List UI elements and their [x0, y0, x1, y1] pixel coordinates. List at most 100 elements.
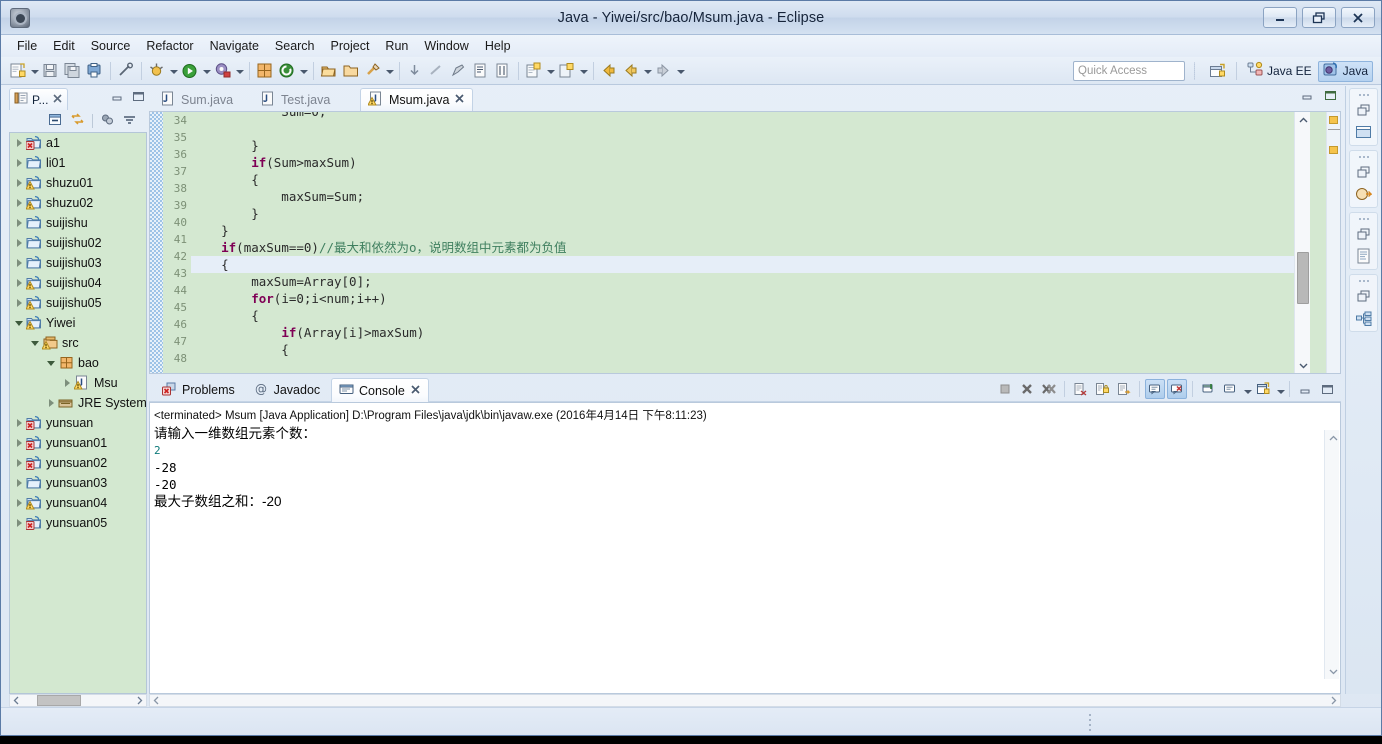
hierarchy-view-icon[interactable]: [1350, 307, 1377, 329]
code-line[interactable]: if(Sum>maxSum): [191, 154, 1294, 171]
chevron-down-icon[interactable]: [545, 60, 556, 82]
chevron-down-icon[interactable]: [29, 60, 40, 82]
chevron-right-icon[interactable]: [14, 273, 26, 293]
scrollbar-track[interactable]: [163, 695, 1327, 706]
warning-marker-icon[interactable]: [1329, 146, 1338, 154]
open-perspective-button[interactable]: [1205, 61, 1230, 82]
resize-grip-icon[interactable]: [1089, 714, 1092, 731]
editor-vertical-scrollbar[interactable]: [1294, 112, 1310, 373]
chevron-right-icon[interactable]: [14, 133, 26, 153]
scroll-down-icon[interactable]: [1325, 663, 1340, 679]
display-selected-console-icon[interactable]: [1220, 379, 1240, 399]
chevron-down-icon[interactable]: [1275, 380, 1285, 398]
open-task-icon[interactable]: [340, 60, 362, 82]
outline-view-icon[interactable]: [1350, 121, 1377, 143]
open-type-icon[interactable]: [318, 60, 340, 82]
link-with-editor-icon[interactable]: [70, 112, 85, 130]
drag-handle[interactable]: [1350, 153, 1377, 161]
perspective-java-ee[interactable]: Java EE: [1243, 61, 1316, 82]
code-line[interactable]: if(Array[i]>maxSum): [191, 324, 1294, 341]
annotation-ruler[interactable]: [150, 112, 163, 373]
chevron-right-icon[interactable]: [14, 253, 26, 273]
drag-handle[interactable]: [1350, 91, 1377, 99]
chevron-right-icon[interactable]: [14, 293, 26, 313]
save-all-icon[interactable]: [62, 60, 84, 82]
menu-item-navigate[interactable]: Navigate: [202, 37, 267, 55]
tree-item-shuzu02[interactable]: shuzu02: [10, 193, 146, 213]
tree-item-suijishu04[interactable]: suijishu04: [10, 273, 146, 293]
code-line[interactable]: }: [191, 137, 1294, 154]
package-explorer-tab[interactable]: P...: [9, 88, 69, 110]
restore-icon[interactable]: [1350, 99, 1377, 121]
restore-icon[interactable]: [1350, 161, 1377, 183]
editor-tab-test-java[interactable]: Test.java: [253, 88, 337, 111]
tree-item-msu[interactable]: Msu: [10, 373, 146, 393]
code-line[interactable]: [191, 120, 1294, 137]
code-line[interactable]: {: [191, 307, 1294, 324]
new-java-project-icon[interactable]: [523, 60, 545, 82]
tree-item-suijishu05[interactable]: suijishu05: [10, 293, 146, 313]
close-button[interactable]: [1341, 7, 1375, 28]
minimize-button[interactable]: [1263, 7, 1297, 28]
chevron-down-icon[interactable]: [14, 313, 26, 333]
terminate-icon[interactable]: [995, 379, 1015, 399]
tree-item-yunsuan04[interactable]: yunsuan04: [10, 493, 146, 513]
code-line[interactable]: if(maxSum==0)//最大和依然为o，说明数组中元素都为负值: [191, 239, 1294, 256]
tree-item-li01[interactable]: li01: [10, 153, 146, 173]
chevron-right-icon[interactable]: [14, 173, 26, 193]
editor-tab-msum-java[interactable]: Msum.java: [360, 88, 474, 111]
scroll-right-icon[interactable]: [133, 695, 146, 706]
back-icon[interactable]: [598, 60, 620, 82]
scrollbar-thumb[interactable]: [37, 695, 81, 706]
scroll-up-icon[interactable]: [1295, 112, 1311, 128]
chevron-down-icon[interactable]: [384, 60, 395, 82]
scroll-left-icon[interactable]: [10, 695, 23, 706]
drag-handle[interactable]: [1350, 215, 1377, 223]
chevron-right-icon[interactable]: [14, 413, 26, 433]
code-line[interactable]: }: [191, 222, 1294, 239]
maximize-icon[interactable]: [1324, 89, 1337, 105]
scrollbar-track[interactable]: [23, 695, 133, 706]
restore-icon[interactable]: [1350, 285, 1377, 307]
restore-icon[interactable]: [1350, 223, 1377, 245]
menu-item-refactor[interactable]: Refactor: [138, 37, 201, 55]
toggle-mark-occurrences-icon[interactable]: [115, 60, 137, 82]
chevron-down-icon[interactable]: [1242, 380, 1252, 398]
chevron-down-icon[interactable]: [234, 60, 245, 82]
chevron-right-icon[interactable]: [62, 373, 74, 393]
view-menu-icon[interactable]: [122, 114, 137, 129]
code-line[interactable]: }: [191, 205, 1294, 222]
run-external-tools-icon[interactable]: [212, 60, 234, 82]
chevron-right-icon[interactable]: [14, 233, 26, 253]
chevron-down-icon[interactable]: [168, 60, 179, 82]
close-icon[interactable]: [410, 384, 421, 398]
tree-item-yiwei[interactable]: Yiwei: [10, 313, 146, 333]
tree-item-jre-system[interactable]: JRE System: [10, 393, 146, 413]
bottom-tab-console[interactable]: Console: [331, 378, 429, 402]
tree-item-a1[interactable]: a1: [10, 133, 146, 153]
tree-item-suijishu03[interactable]: suijishu03: [10, 253, 146, 273]
chevron-down-icon[interactable]: [30, 333, 42, 353]
toggle-block-selection-icon[interactable]: [470, 60, 492, 82]
last-edit-location-icon[interactable]: [448, 60, 470, 82]
minimize-icon[interactable]: [1295, 379, 1315, 399]
menu-item-search[interactable]: Search: [267, 37, 323, 55]
show-console-on-output-icon[interactable]: [1145, 379, 1165, 399]
scrollbar-thumb[interactable]: [1297, 252, 1309, 304]
new-java-class-icon[interactable]: [276, 60, 298, 82]
tree-item-yunsuan01[interactable]: yunsuan01: [10, 433, 146, 453]
run-icon[interactable]: [179, 60, 201, 82]
warning-marker-icon[interactable]: [1329, 116, 1338, 124]
console-horizontal-scrollbar[interactable]: [149, 694, 1341, 707]
code-line[interactable]: {: [191, 171, 1294, 188]
chevron-down-icon[interactable]: [46, 353, 58, 373]
show-whitespace-icon[interactable]: [492, 60, 514, 82]
focus-on-active-task-icon[interactable]: [100, 112, 115, 130]
debug-icon[interactable]: [146, 60, 168, 82]
previous-icon[interactable]: [620, 60, 642, 82]
bottom-tab-javadoc[interactable]: @ Javadoc: [247, 378, 328, 402]
show-console-on-error-icon[interactable]: [1167, 379, 1187, 399]
menu-item-file[interactable]: File: [9, 37, 45, 55]
chevron-right-icon[interactable]: [14, 153, 26, 173]
close-icon[interactable]: [454, 93, 465, 107]
